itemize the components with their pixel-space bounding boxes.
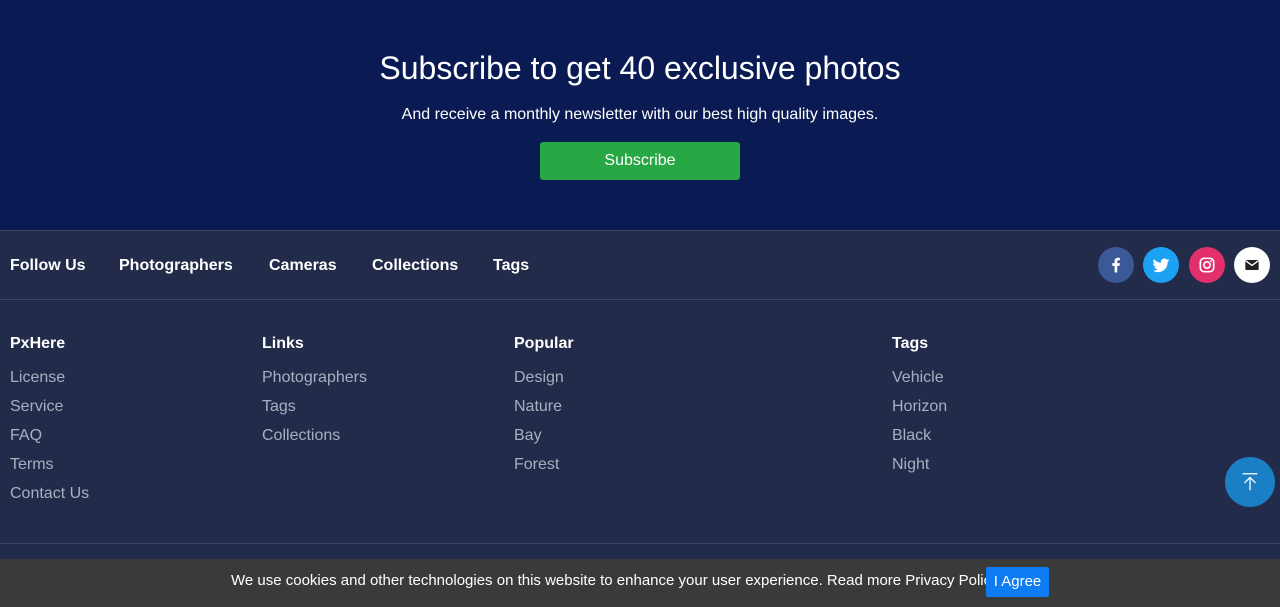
- instagram-icon[interactable]: [1189, 247, 1225, 283]
- cookie-text: We use cookies and other technologies on…: [231, 572, 1002, 589]
- footer-column-popular: Popular Design Nature Bay Forest: [514, 335, 574, 485]
- footer-link-vehicle[interactable]: Vehicle: [892, 369, 944, 386]
- footer-link-bay[interactable]: Bay: [514, 427, 542, 444]
- cookie-consent-bar: We use cookies and other technologies on…: [0, 559, 1280, 607]
- footer-nav: Follow Us Photographers Cameras Collecti…: [0, 230, 1280, 300]
- facebook-icon[interactable]: [1098, 247, 1134, 283]
- footer-link-design[interactable]: Design: [514, 369, 564, 386]
- footer-link-forest[interactable]: Forest: [514, 456, 559, 473]
- footer-link-terms[interactable]: Terms: [10, 456, 54, 473]
- column-heading: Popular: [514, 335, 574, 352]
- footer-divider: [0, 543, 1280, 544]
- nav-photographers[interactable]: Photographers: [119, 257, 233, 275]
- footer-link-nature[interactable]: Nature: [514, 398, 562, 415]
- footer-link-photographers[interactable]: Photographers: [262, 369, 367, 386]
- column-heading: PxHere: [10, 335, 66, 352]
- footer-column-tags: Tags Vehicle Horizon Black Night: [892, 335, 947, 485]
- back-to-top-button[interactable]: [1225, 457, 1275, 507]
- footer-link-tags[interactable]: Tags: [262, 398, 296, 415]
- email-icon[interactable]: [1234, 247, 1270, 283]
- footer-link-contact-us[interactable]: Contact Us: [10, 485, 89, 502]
- footer-column-pxhere: PxHere License Service FAQ Terms Contact…: [10, 335, 89, 514]
- nav-tags[interactable]: Tags: [493, 257, 529, 275]
- nav-collections[interactable]: Collections: [372, 257, 458, 275]
- arrow-up-to-top-icon: [1242, 473, 1258, 491]
- footer-link-night[interactable]: Night: [892, 456, 929, 473]
- agree-button[interactable]: I Agree: [986, 567, 1049, 597]
- column-heading: Links: [262, 335, 304, 352]
- subscribe-subtitle: And receive a monthly newsletter with ou…: [401, 106, 879, 123]
- column-heading: Tags: [892, 335, 929, 352]
- nav-cameras[interactable]: Cameras: [269, 257, 337, 275]
- footer-link-collections[interactable]: Collections: [262, 427, 340, 444]
- footer-link-license[interactable]: License: [10, 369, 65, 386]
- twitter-icon[interactable]: [1143, 247, 1179, 283]
- footer-link-black[interactable]: Black: [892, 427, 931, 444]
- footer-link-faq[interactable]: FAQ: [10, 427, 42, 444]
- footer-columns: PxHere License Service FAQ Terms Contact…: [0, 300, 1280, 544]
- nav-follow-us[interactable]: Follow Us: [10, 257, 86, 275]
- subscribe-button[interactable]: Subscribe: [540, 142, 740, 180]
- footer-link-service[interactable]: Service: [10, 398, 63, 415]
- subscribe-title: Subscribe to get 40 exclusive photos: [379, 50, 901, 86]
- footer-column-links: Links Photographers Tags Collections: [262, 335, 367, 456]
- footer-link-horizon[interactable]: Horizon: [892, 398, 947, 415]
- subscribe-section: Subscribe to get 40 exclusive photos And…: [0, 0, 1280, 230]
